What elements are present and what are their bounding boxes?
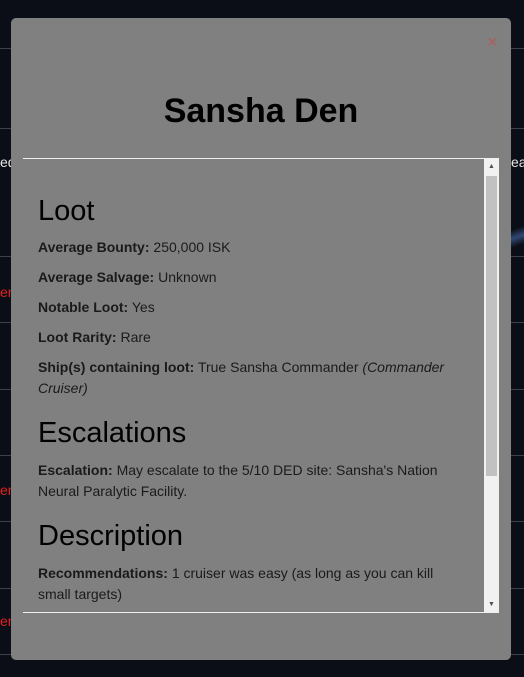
recommendations-row: Recommendations: 1 cruiser was easy (as …: [38, 563, 448, 605]
escalations-heading: Escalations: [38, 417, 187, 449]
recommendations-label: Recommendations:: [38, 565, 168, 581]
footer-divider: [23, 612, 499, 613]
notable-loot-value: Yes: [131, 299, 155, 315]
ships-containing-loot-label: Ship(s) containing loot:: [38, 359, 195, 375]
close-icon[interactable]: ×: [488, 35, 497, 51]
modal-title: Sansha Den: [163, 92, 359, 130]
loot-heading: Loot: [38, 195, 95, 227]
notable-loot-label: Notable Loot:: [38, 299, 129, 315]
site-details-modal: × Sansha Den Loot Average Bounty: 250,00…: [11, 18, 511, 660]
average-salvage-label: Average Salvage:: [38, 269, 155, 285]
average-bounty-row: Average Bounty: 250,000 ISK: [38, 237, 448, 258]
escalation-row: Escalation: May escalate to the 5/10 DED…: [38, 460, 448, 502]
average-salvage-row: Average Salvage: Unknown: [38, 267, 448, 288]
modal-body[interactable]: Loot Average Bounty: 250,000 ISK Average…: [23, 159, 499, 612]
ships-containing-loot-value: True Sansha Commander: [197, 359, 359, 375]
average-bounty-label: Average Bounty:: [38, 239, 150, 255]
escalation-label: Escalation:: [38, 462, 113, 478]
loot-rarity-label: Loot Rarity:: [38, 329, 117, 345]
average-salvage-value: Unknown: [158, 269, 217, 285]
vertical-scrollbar[interactable]: ▲ ▼: [484, 159, 499, 612]
loot-rarity-row: Loot Rarity: Rare: [38, 327, 448, 348]
average-bounty-value: 250,000 ISK: [153, 239, 231, 255]
notable-loot-row: Notable Loot: Yes: [38, 297, 448, 318]
background-text-fragment: ear: [511, 154, 524, 170]
description-heading: Description: [38, 520, 184, 552]
scroll-up-icon[interactable]: ▲: [484, 159, 499, 174]
scroll-down-icon[interactable]: ▼: [484, 597, 499, 612]
scrollbar-thumb[interactable]: [486, 176, 497, 476]
ships-containing-loot-row: Ship(s) containing loot: True Sansha Com…: [38, 357, 448, 399]
loot-rarity-value: Rare: [120, 329, 151, 345]
